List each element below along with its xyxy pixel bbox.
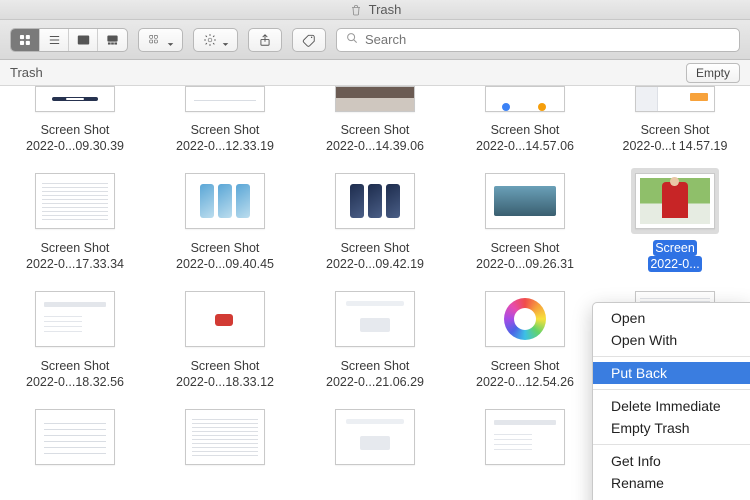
trash-item[interactable]: Screen Shot2022-0...17.33.34 xyxy=(8,168,142,282)
trash-item[interactable]: Screen Shot2022-0...18.33.12 xyxy=(158,286,292,400)
trash-item[interactable]: Screen Shot2022-0...18.32.56 xyxy=(8,286,142,400)
view-list-button[interactable] xyxy=(40,29,69,51)
menu-item-rename[interactable]: Rename xyxy=(593,472,750,494)
group-by-button[interactable] xyxy=(138,28,183,52)
view-gallery-button[interactable] xyxy=(98,29,127,51)
trash-item[interactable]: Screen Shot2022-0...09.30.39 xyxy=(8,86,142,164)
empty-trash-button[interactable]: Empty xyxy=(686,63,740,83)
trash-item[interactable]: Screen Shot2022-0...09.42.19 xyxy=(308,168,442,282)
menu-item-delete-immediately[interactable]: Delete Immediate xyxy=(593,395,750,417)
menu-separator xyxy=(593,444,750,445)
share-button[interactable] xyxy=(248,28,282,52)
view-icon-button[interactable] xyxy=(11,29,40,51)
view-mode-segment xyxy=(10,28,128,52)
menu-item-open-with[interactable]: Open With xyxy=(593,329,750,351)
action-menu-button[interactable] xyxy=(193,28,238,52)
menu-item-open[interactable]: Open xyxy=(593,307,750,329)
trash-item[interactable]: Screen Shot2022-0...t 14.57.19 xyxy=(608,86,742,164)
trash-item-selected[interactable]: Screen2022-0... xyxy=(608,168,742,282)
trash-item[interactable]: Screen Shot2022-0...12.54.26 xyxy=(458,286,592,400)
location-label: Trash xyxy=(10,65,43,80)
menu-separator xyxy=(593,356,750,357)
path-bar: Trash Empty xyxy=(0,60,750,86)
menu-item-quick-look[interactable]: Quick Look “Scre xyxy=(593,494,750,500)
menu-item-empty-trash[interactable]: Empty Trash xyxy=(593,417,750,439)
trash-item[interactable]: Screen Shot2022-0...12.33.19 xyxy=(158,86,292,164)
trash-item[interactable] xyxy=(458,404,592,476)
icon-grid-area[interactable]: Screen Shot2022-0...09.30.39 Screen Shot… xyxy=(0,86,750,500)
search-input[interactable] xyxy=(365,32,731,47)
toolbar xyxy=(0,20,750,60)
menu-separator xyxy=(593,389,750,390)
trash-item[interactable] xyxy=(308,404,442,476)
trash-item[interactable] xyxy=(158,404,292,476)
window-titlebar: Trash xyxy=(0,0,750,20)
context-menu: Open Open With Put Back Delete Immediate… xyxy=(592,302,750,500)
menu-item-get-info[interactable]: Get Info xyxy=(593,450,750,472)
trash-icon xyxy=(349,3,363,17)
trash-item[interactable]: Screen Shot2022-0...14.39.06 xyxy=(308,86,442,164)
trash-item[interactable]: Screen Shot2022-0...09.40.45 xyxy=(158,168,292,282)
search-icon xyxy=(345,31,359,48)
trash-item[interactable]: Screen Shot2022-0...09.26.31 xyxy=(458,168,592,282)
window-title: Trash xyxy=(369,2,402,17)
trash-item[interactable]: Screen Shot2022-0...21.06.29 xyxy=(308,286,442,400)
tags-button[interactable] xyxy=(292,28,326,52)
view-column-button[interactable] xyxy=(69,29,98,51)
chevron-down-icon xyxy=(222,36,229,43)
chevron-down-icon xyxy=(167,36,174,43)
search-field[interactable] xyxy=(336,28,740,52)
menu-item-put-back[interactable]: Put Back xyxy=(593,362,750,384)
trash-item[interactable]: Screen Shot2022-0...14.57.06 xyxy=(458,86,592,164)
trash-item[interactable] xyxy=(8,404,142,476)
